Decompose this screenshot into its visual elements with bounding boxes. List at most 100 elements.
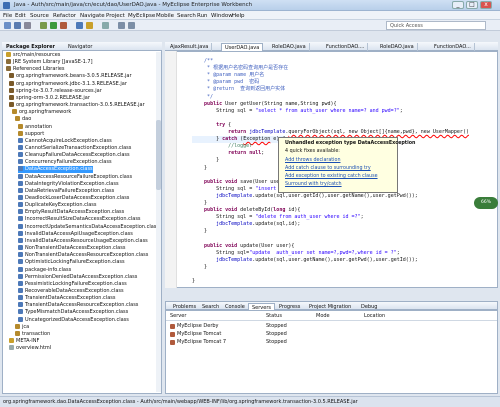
tree-item[interactable]: src/main/resources <box>6 52 60 59</box>
new-icon[interactable] <box>4 22 11 29</box>
tree-item[interactable]: InvalidDataAccessApiUsageException.class <box>18 230 133 238</box>
tree-item[interactable]: DataAccessResourceFailureException.class <box>18 173 133 181</box>
code-line: } <box>192 278 196 285</box>
left-panel-tabs: Package Explorer Navigator <box>2 42 162 51</box>
tree-item[interactable]: EmptyResultDataAccessException.class <box>18 209 124 216</box>
menu-navigate[interactable]: Navigate <box>80 13 105 19</box>
tree-item[interactable]: org.springframework.jdbc-3.1.3.RELEASE.j… <box>9 80 127 88</box>
tree-item[interactable]: DataIntegrityViolationException.class <box>18 180 119 188</box>
new-class-icon[interactable] <box>76 22 83 29</box>
menu-file[interactable]: File <box>3 13 12 19</box>
editor-tab[interactable]: AjaxResult.java <box>167 43 213 51</box>
tree-item[interactable]: PessimisticLockingFailureException.class <box>18 280 127 288</box>
tab-navigator[interactable]: Navigator <box>68 44 92 50</box>
tree-item[interactable]: CannotAcquireLockException.class <box>18 137 112 145</box>
search-icon[interactable] <box>102 22 109 29</box>
tree-item[interactable]: org.springframework <box>12 109 71 116</box>
back-icon[interactable] <box>118 22 125 29</box>
tree-item[interactable]: ConcurrencyFailureException.class <box>18 159 112 166</box>
menu-refactor[interactable]: Refactor <box>53 13 76 19</box>
tree-item[interactable]: META-INF <box>9 338 39 345</box>
menu-mobile[interactable]: Mobile <box>156 13 174 19</box>
tree-scrollbar[interactable] <box>156 52 161 392</box>
menu-search[interactable]: Search <box>177 13 196 19</box>
tree-item[interactable]: UncategorizedDataAccessException.class <box>18 316 129 324</box>
tree-node-icon <box>18 137 23 143</box>
save-icon[interactable] <box>14 22 21 29</box>
tree-item[interactable]: org.springframework.transaction-3.0.5.RE… <box>9 102 145 109</box>
tree-item[interactable]: org.springframework.beans-3.0.5.RELEASE.… <box>9 73 132 80</box>
close-button[interactable]: x <box>480 1 492 9</box>
quickfix-add-catch[interactable]: Add catch clause to surrounding try <box>285 166 371 171</box>
minimize-button[interactable]: _ <box>452 1 464 9</box>
print-icon[interactable] <box>24 22 31 29</box>
tree-item-label: DataAccessResourceFailureException.class <box>25 173 133 180</box>
server-icon[interactable] <box>60 22 67 29</box>
menu-project[interactable]: Project <box>106 13 125 19</box>
tree-item[interactable]: DataRetrievalFailureException.class <box>18 187 114 195</box>
tree-item[interactable]: NonTransientDataAccessException.class <box>18 245 125 252</box>
tree-item[interactable]: overview.html <box>9 345 51 352</box>
tree-node-icon <box>18 266 23 272</box>
tree-node-icon <box>18 230 23 236</box>
editor-tab[interactable]: RoleDAO.java <box>269 43 310 51</box>
run-icon[interactable] <box>50 22 57 29</box>
tree-item[interactable]: TypeMismatchDataAccessException.class <box>18 309 128 316</box>
quickfix-add-exception[interactable]: Add exception to existing catch clause <box>285 174 378 179</box>
server-row-name[interactable]: MyEclipse Tomcat 7 <box>177 339 226 346</box>
editor-tab[interactable]: FunctionDAO... <box>431 43 475 51</box>
quickfix-add-throws[interactable]: Add throws declaration <box>285 158 341 163</box>
tree-item[interactable]: IncorrectResultSizeDataAccessException.c… <box>18 216 141 223</box>
tree-item[interactable]: TransientDataAccessException.class <box>18 295 115 302</box>
tree-item[interactable]: support <box>18 130 44 138</box>
code-line: try { <box>216 121 232 128</box>
tree-item[interactable]: JRE System Library [JavaSE-1.7] <box>6 59 93 66</box>
server-row-name[interactable]: MyEclipse Derby <box>177 323 219 330</box>
menu-window[interactable]: Window <box>211 13 233 19</box>
forward-icon[interactable] <box>128 22 135 29</box>
tree-item[interactable]: DeadlockLoserDataAccessException.class <box>18 195 129 202</box>
tree-item[interactable]: TransientDataAccessResourceException.cla… <box>18 302 138 309</box>
tree-item[interactable]: dao <box>15 116 31 123</box>
tree-node-icon <box>18 237 23 243</box>
tree-item[interactable]: transaction <box>15 330 50 338</box>
tree-item[interactable]: spring-tx-3.0.7.release-sources.jar <box>9 87 102 95</box>
menu-source[interactable]: Source <box>30 13 49 19</box>
tree-item[interactable]: package-info.class <box>18 266 71 274</box>
tree-item[interactable]: CannotSerializeTransactionException.clas… <box>18 144 131 152</box>
tree-item[interactable]: DuplicateKeyException.class <box>18 202 97 209</box>
tree-item[interactable]: IncorrectUpdateSemanticsDataAccessExcept… <box>18 223 159 231</box>
tree-item[interactable]: annotation <box>18 123 52 131</box>
menu-myeclipse[interactable]: MyEclipse <box>128 13 155 19</box>
tree-item[interactable]: jca <box>15 323 29 331</box>
server-row-name[interactable]: MyEclipse Tomcat <box>177 331 221 338</box>
tree-item[interactable]: InvalidDataAccessResourceUsageException.… <box>18 237 148 245</box>
debug-icon[interactable] <box>40 22 47 29</box>
tree-item[interactable]: spring-orm-3.0.2.RELEASE.jar <box>9 94 90 102</box>
menu-help[interactable]: Help <box>232 13 245 19</box>
tree-scrollbar-thumb[interactable] <box>156 120 161 190</box>
quick-access-input[interactable]: Quick Access <box>386 21 486 30</box>
tab-package-explorer[interactable]: Package Explorer <box>6 44 55 50</box>
editor-tab[interactable]: RoleDAO.java <box>377 43 418 51</box>
tree-item[interactable]: RecoverableDataAccessException.class <box>18 287 124 295</box>
new-package-icon[interactable] <box>86 22 93 29</box>
tree-item[interactable]: DataAccessException.class <box>18 166 93 174</box>
code-line: public void deleteById(long id){ <box>204 207 301 214</box>
quickfix-surround-try[interactable]: Surround with try/catch <box>285 182 342 187</box>
tree-item[interactable]: Referenced Libraries <box>6 66 65 73</box>
editor-tab[interactable]: UserDAO.java <box>221 43 264 51</box>
tree-node-icon <box>9 94 14 100</box>
tree-item[interactable]: NonTransientDataAccessResourceException.… <box>18 252 148 259</box>
memory-indicator[interactable]: 66% <box>474 197 498 209</box>
tree-node-icon <box>18 273 23 279</box>
menu-run[interactable]: Run <box>197 13 208 19</box>
quickfix-subtitle: 4 quick fixes available: <box>285 149 340 154</box>
maximize-button[interactable]: □ <box>466 1 478 9</box>
tree-node-icon <box>6 66 11 72</box>
tree-item[interactable]: OptimisticLockingFailureException.class <box>18 259 125 266</box>
tree-item[interactable]: CleanupFailureDataAccessException.class <box>18 152 130 159</box>
tree-item[interactable]: PermissionDeniedDataAccessException.clas… <box>18 273 137 281</box>
editor-tab[interactable]: FunctionDAO.... <box>323 43 369 51</box>
menu-edit[interactable]: Edit <box>15 13 26 19</box>
